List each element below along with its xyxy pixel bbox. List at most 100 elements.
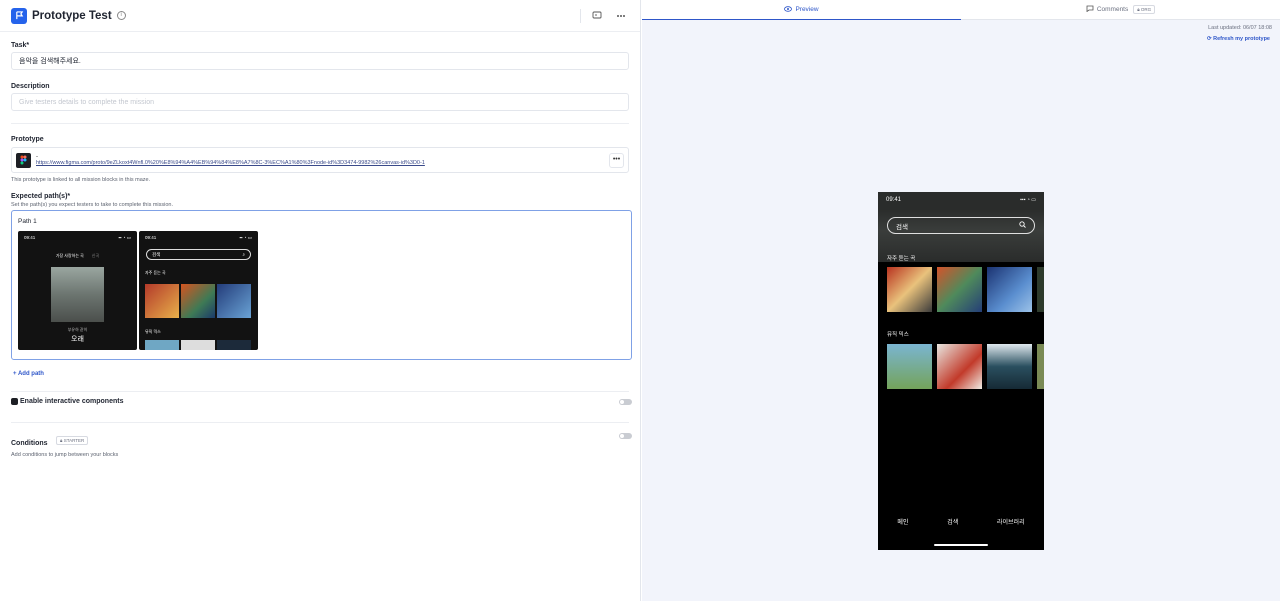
nav-item-search[interactable]: 검색	[947, 517, 958, 526]
status-time: 09:41	[886, 197, 902, 203]
search-text: 검색	[896, 223, 908, 231]
divider	[11, 422, 629, 423]
app-root: Prototype Test i Task* 음악을 검색해주세요. Descr…	[0, 0, 1280, 601]
album-cover	[145, 284, 179, 318]
task-value: 음악을 검색해주세요.	[19, 58, 81, 65]
starter-badge: 🔒︎ STARTER	[56, 436, 89, 446]
album-cover[interactable]	[887, 267, 932, 312]
description-input[interactable]: Give testers details to complete the mis…	[11, 93, 629, 111]
album-cover	[181, 340, 215, 350]
interactive-components-toggle[interactable]	[619, 399, 632, 405]
album-cover[interactable]	[887, 344, 932, 389]
tab-comments-label: Comments	[1096, 6, 1129, 13]
album-cover[interactable]	[987, 344, 1032, 389]
panel-header: Prototype Test i	[0, 0, 640, 32]
album-cover[interactable]	[987, 267, 1032, 312]
interactive-components-row: Enable interactive components	[11, 398, 123, 405]
preview-panel: Preview Comments 🔒︎ ORG Last updated: 06…	[642, 0, 1280, 601]
thumb-section-b: 뮤직 믹스	[145, 329, 161, 334]
path-card[interactable]: Path 1 09:41 ▪▪ ◔ ▭ 가장 사랑하는 곡 신곡 부유하 같이 …	[11, 210, 632, 360]
album-cover	[181, 284, 215, 318]
album-cover	[217, 340, 251, 350]
status-time: 09:41	[24, 235, 36, 240]
path-label: Path 1	[18, 218, 37, 225]
refresh-prototype-button[interactable]: ⟳ Refresh my prototype	[1207, 36, 1270, 42]
eye-icon	[784, 5, 793, 14]
section-music-mix: 뮤직 믹스	[887, 332, 909, 338]
thumb-tab-a: 가장 사랑하는 곡	[55, 253, 84, 258]
prototype-label: Prototype	[11, 136, 44, 143]
figma-icon	[11, 398, 18, 405]
album-cover[interactable]	[937, 344, 982, 389]
expected-paths-label: Expected path(s)*	[11, 193, 71, 200]
conditions-toggle[interactable]	[619, 433, 632, 439]
add-path-button[interactable]: + Add path	[13, 371, 44, 377]
tab-preview[interactable]: Preview	[642, 0, 961, 20]
status-icons: ▪▪ ◔ ▭	[118, 235, 131, 240]
bottom-nav: 메인 검색 라이브러리	[878, 517, 1044, 526]
path-screen-thumbnail[interactable]: 09:41 ▪▪ ◔ ▭ 가장 사랑하는 곡 신곡 부유하 같이 오래	[18, 231, 137, 350]
task-label: Task*	[11, 42, 30, 49]
divider	[11, 123, 629, 124]
interactive-components-label: Enable interactive components	[20, 398, 124, 405]
conditions-section: Conditions 🔒︎ STARTER Add conditions to …	[11, 432, 118, 458]
conditions-label: Conditions	[11, 440, 48, 447]
status-time: 09:41	[145, 235, 157, 240]
album-art-image	[51, 267, 104, 322]
last-updated: Last updated: 06/07 18:08	[1208, 25, 1272, 31]
comment-icon	[1086, 5, 1094, 14]
search-icon	[1019, 221, 1026, 230]
monitor-icon[interactable]	[589, 8, 605, 24]
task-input[interactable]: 음악을 검색해주세요.	[11, 52, 629, 70]
thumb-caption-small: 부유하 같이	[67, 327, 88, 332]
task-section: Task* 음악을 검색해주세요.	[0, 42, 640, 70]
info-icon[interactable]: i	[116, 11, 126, 20]
thumb-search-text: 검색	[152, 251, 161, 257]
tab-preview-label: Preview	[795, 6, 819, 13]
more-horizontal-icon[interactable]	[613, 8, 629, 24]
page-title: Prototype Test	[32, 9, 112, 22]
org-badge-text: ORG	[1140, 7, 1152, 12]
album-cover	[217, 284, 251, 318]
settings-panel: Prototype Test i Task* 음악을 검색해주세요. Descr…	[0, 0, 641, 601]
thumb-caption-big: 오래	[71, 336, 84, 343]
nav-item-home[interactable]: 메인	[897, 517, 908, 526]
prototype-note: This prototype is linked to all mission …	[11, 177, 151, 183]
status-icons: ▪▪▪ ◔ ▭	[1020, 197, 1036, 203]
preview-tabs: Preview Comments 🔒︎ ORG	[642, 0, 1280, 20]
album-cover[interactable]	[937, 267, 982, 312]
divider	[580, 8, 581, 23]
flag-icon	[11, 7, 27, 24]
starter-badge-text: STARTER	[63, 438, 85, 444]
description-placeholder: Give testers details to complete the mis…	[19, 98, 155, 106]
figma-icon	[16, 152, 31, 168]
conditions-help: Add conditions to jump between your bloc…	[11, 452, 119, 458]
section-frequently-played: 자주 듣는 곡	[887, 256, 916, 262]
album-cover[interactable]	[1037, 267, 1044, 312]
thumb-tab-b: 신곡	[91, 253, 100, 258]
lock-icon: 🔒︎	[1137, 7, 1140, 12]
expected-paths-help: Set the path(s) you expect testers to ta…	[11, 202, 174, 208]
album-cover	[145, 340, 179, 350]
prototype-phone-preview[interactable]: 09:41 ▪▪▪ ◔ ▭ 검색 자주 듣는 곡 뮤직 믹스 메인 검색 라이브…	[878, 192, 1044, 550]
nav-item-library[interactable]: 라이브러리	[997, 517, 1025, 526]
search-icon: ⌕	[242, 252, 245, 257]
thumb-section-a: 자주 듣는 곡	[145, 270, 166, 275]
tab-comments[interactable]: Comments 🔒︎ ORG	[961, 0, 1280, 19]
home-indicator	[934, 544, 988, 546]
lock-icon: 🔒︎	[60, 438, 63, 444]
refresh-icon: ⟳	[1207, 36, 1212, 42]
status-icons: ▪▪ ◔ ▭	[239, 235, 252, 240]
album-cover[interactable]	[1037, 344, 1044, 389]
path-screen-thumbnail[interactable]: 09:41 ▪▪ ◔ ▭ 검색 ⌕ 자주 듣는 곡 뮤직 믹스	[139, 231, 258, 350]
org-badge: 🔒︎ ORG	[1133, 5, 1156, 14]
description-section: Description Give testers details to comp…	[0, 83, 640, 111]
description-label: Description	[11, 83, 50, 90]
expected-paths-section: Expected path(s)* Set the path(s) you ex…	[0, 193, 640, 208]
prototype-link[interactable]: https://www.figma.com/proto/9eZLkoxt4Wnf…	[36, 160, 609, 166]
refresh-label: Refresh my prototype	[1213, 36, 1270, 42]
prototype-card[interactable]: - https://www.figma.com/proto/9eZLkoxt4W…	[11, 147, 629, 173]
prototype-more-button[interactable]: •••	[609, 152, 624, 168]
prototype-section: Prototype - https://www.figma.com/proto/…	[0, 136, 640, 183]
search-bar[interactable]: 검색	[887, 217, 1035, 234]
